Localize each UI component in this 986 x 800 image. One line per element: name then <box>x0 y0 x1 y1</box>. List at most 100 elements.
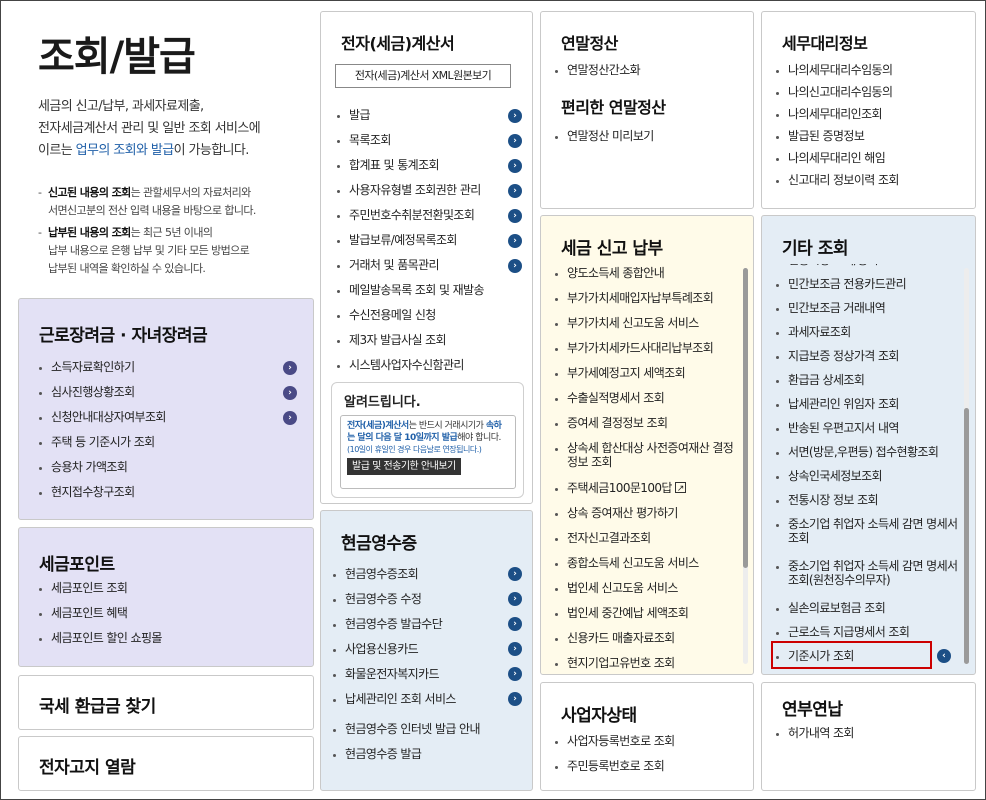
list-item[interactable]: 세금포인트 혜택 <box>31 603 311 628</box>
arrow-left-icon[interactable]: ‹ <box>937 649 951 663</box>
list-item[interactable]: 현금영수증 발급수단 <box>325 614 530 639</box>
list-item[interactable]: 사업자등록번호로 조회 <box>547 731 747 756</box>
list-item[interactable]: 양도소득세 종합안내 <box>547 263 743 288</box>
list-item[interactable]: 소득자료확인하기 <box>31 357 311 382</box>
list-item[interactable]: 법인세 신고도움 서비스 <box>547 578 743 603</box>
list-item[interactable]: 전통시장 정보 조회 <box>768 490 962 514</box>
list-item[interactable]: 전자신고결과조회 <box>547 528 743 553</box>
list-item[interactable]: 종합소득세 신고도움 서비스 <box>547 553 743 578</box>
list-item[interactable]: 상속세 합산대상 사전증여재산 결정정보 조회 <box>547 438 743 476</box>
list-item[interactable]: 상속인국세정보조회 <box>768 466 962 490</box>
list-item[interactable]: 반송된 우편고지서 내역 <box>768 418 962 442</box>
arrow-right-icon[interactable]: › <box>508 159 522 173</box>
list-item[interactable]: 발급 <box>329 105 529 130</box>
list-item[interactable]: 부가가치세매입자납부특례조회 <box>547 288 743 313</box>
arrow-right-icon[interactable]: › <box>508 592 522 606</box>
list-item[interactable]: 합계표 및 통계조회 <box>329 155 529 180</box>
arrow-right-icon[interactable]: › <box>283 361 297 375</box>
list-item[interactable]: 현금영수증 수정 <box>325 589 530 614</box>
arrow-right-icon[interactable]: › <box>508 567 522 581</box>
list-item[interactable]: 수출실적명세서 조회 <box>547 388 743 413</box>
list-item[interactable]: 거래처 및 품목관리 <box>329 255 529 280</box>
list-item[interactable]: 부가가치세 신고도움 서비스 <box>547 313 743 338</box>
list-item[interactable]: 사용자유형별 조회권한 관리 <box>329 180 529 205</box>
list-item[interactable]: 제3자 발급사실 조회 <box>329 330 529 355</box>
arrow-right-icon[interactable]: › <box>508 134 522 148</box>
enotice-panel[interactable]: 전자고지 열람 <box>18 736 314 791</box>
list-item[interactable]: 세금포인트 조회 <box>31 578 311 603</box>
list-item[interactable]: 민간보조금 전용카드관리 <box>768 274 962 298</box>
list-item[interactable]: 신청안내대상자여부조회 <box>31 407 311 432</box>
list-item[interactable]: 사업용신용카드 <box>325 639 530 664</box>
list-item[interactable]: 시스템사업자수신함관리 <box>329 355 529 380</box>
list-item[interactable]: 부가세예정고지 세액조회 <box>547 363 743 388</box>
yearend-sublist: 연말정산 미리보기 <box>547 126 747 151</box>
list-item[interactable]: 납세관리인 위임자 조회 <box>768 394 962 418</box>
yearend-subtitle: 편리한 연말정산 <box>561 98 666 117</box>
list-item[interactable]: 연말정산 미리보기 <box>547 126 747 151</box>
list-item[interactable]: 승용차 가액조회 <box>31 457 311 482</box>
list-item[interactable]: 발급보류/예정목록조회 <box>329 230 529 255</box>
list-item[interactable]: 주택 등 기준시가 조회 <box>31 432 311 457</box>
list-item[interactable]: 연말정산간소화 <box>547 60 747 85</box>
deadline-guide-button[interactable]: 발급 및 전송기한 안내보기 <box>347 458 461 475</box>
scrollbar-thumb[interactable] <box>964 408 969 664</box>
arrow-right-icon[interactable]: › <box>508 259 522 273</box>
list-item[interactable]: 나의세무대리인조회 <box>768 104 968 126</box>
list-item[interactable]: 신용카드 매출자료조회 <box>547 628 743 653</box>
list-item[interactable]: 나의세무대리인 해임 <box>768 148 968 170</box>
arrow-right-icon[interactable]: › <box>283 386 297 400</box>
refund-link[interactable]: 국세 환급금 찾기 <box>39 692 156 717</box>
list-item[interactable]: 중소기업 취업자 소득세 감면 명세서 조회(원천징수의무자) <box>768 556 962 598</box>
list-item[interactable]: 환급금 상세조회 <box>768 370 962 394</box>
list-item[interactable]: 현지접수창구조회 <box>31 482 311 507</box>
list-item[interactable]: 민간보조금 거래내역 <box>768 298 962 322</box>
list-item[interactable]: 주민등록번호로 조회 <box>547 756 747 781</box>
list-item[interactable]: 현지기업고유번호 조회 <box>547 653 743 674</box>
list-item[interactable]: 신고대리 정보이력 조회 <box>768 170 968 192</box>
list-item[interactable]: 지급보증 정상가격 조회 <box>768 346 962 370</box>
xml-view-button[interactable]: 전자(세금)계산서 XML원본보기 <box>335 64 511 88</box>
list-item[interactable]: 주택세금100문100답 <box>547 478 743 503</box>
arrow-right-icon[interactable]: › <box>508 692 522 706</box>
arrow-right-icon[interactable]: › <box>508 642 522 656</box>
list-item[interactable]: 증여세 결정정보 조회 <box>547 413 743 438</box>
list-item[interactable]: 화물운전자복지카드 <box>325 664 530 689</box>
tax-filing-scrollbar[interactable] <box>743 268 748 664</box>
list-item[interactable]: 전통시장 조회/등록 <box>768 264 962 274</box>
list-item[interactable]: 심사진행상황조회 <box>31 382 311 407</box>
list-item[interactable]: 나의세무대리수임동의 <box>768 60 968 82</box>
list-item[interactable]: 나의신고대리수임동의 <box>768 82 968 104</box>
highlight-box <box>771 641 932 669</box>
list-item[interactable]: 현금영수증 발급 <box>325 744 530 769</box>
list-item[interactable]: 부가가치세카드사대리납부조회 <box>547 338 743 363</box>
arrow-right-icon[interactable]: › <box>508 234 522 248</box>
list-item[interactable]: 목록조회 <box>329 130 529 155</box>
enotice-link[interactable]: 전자고지 열람 <box>39 753 136 778</box>
list-item[interactable]: 현금영수증조회 <box>325 564 530 589</box>
list-item[interactable]: 상속 증여재산 평가하기 <box>547 503 743 528</box>
arrow-right-icon[interactable]: › <box>508 209 522 223</box>
list-item[interactable]: 허가내역 조회 <box>768 723 968 748</box>
list-item[interactable]: 메일발송목록 조회 및 재발송 <box>329 280 529 305</box>
note-2-line2: 납부 내용으로 은행 납부 및 기타 모든 방법으로 <box>48 244 250 257</box>
refund-panel[interactable]: 국세 환급금 찾기 <box>18 675 314 730</box>
list-item[interactable]: 중소기업 취업자 소득세 감면 명세서 조회 <box>768 514 962 556</box>
arrow-right-icon[interactable]: › <box>283 411 297 425</box>
list-item[interactable]: 과세자료조회 <box>768 322 962 346</box>
arrow-right-icon[interactable]: › <box>508 667 522 681</box>
list-item[interactable]: 발급된 증명정보 <box>768 126 968 148</box>
list-item[interactable]: 주민번호수취분전환및조회 <box>329 205 529 230</box>
other-inquiry-scrollbar[interactable] <box>964 268 969 664</box>
scrollbar-thumb[interactable] <box>743 268 748 568</box>
list-item[interactable]: 서면(방문,우편등) 접수현황조회 <box>768 442 962 466</box>
list-item[interactable]: 현금영수증 인터넷 발급 안내 <box>325 719 530 744</box>
list-item[interactable]: 수신전용메일 신청 <box>329 305 529 330</box>
arrow-right-icon[interactable]: › <box>508 109 522 123</box>
list-item[interactable]: 세금포인트 할인 쇼핑몰 <box>31 628 311 653</box>
list-item[interactable]: 납세관리인 조회 서비스 <box>325 689 530 714</box>
list-item[interactable]: 실손의료보험금 조회 <box>768 598 962 622</box>
list-item[interactable]: 법인세 중간예납 세액조회 <box>547 603 743 628</box>
arrow-right-icon[interactable]: › <box>508 617 522 631</box>
arrow-right-icon[interactable]: › <box>508 184 522 198</box>
